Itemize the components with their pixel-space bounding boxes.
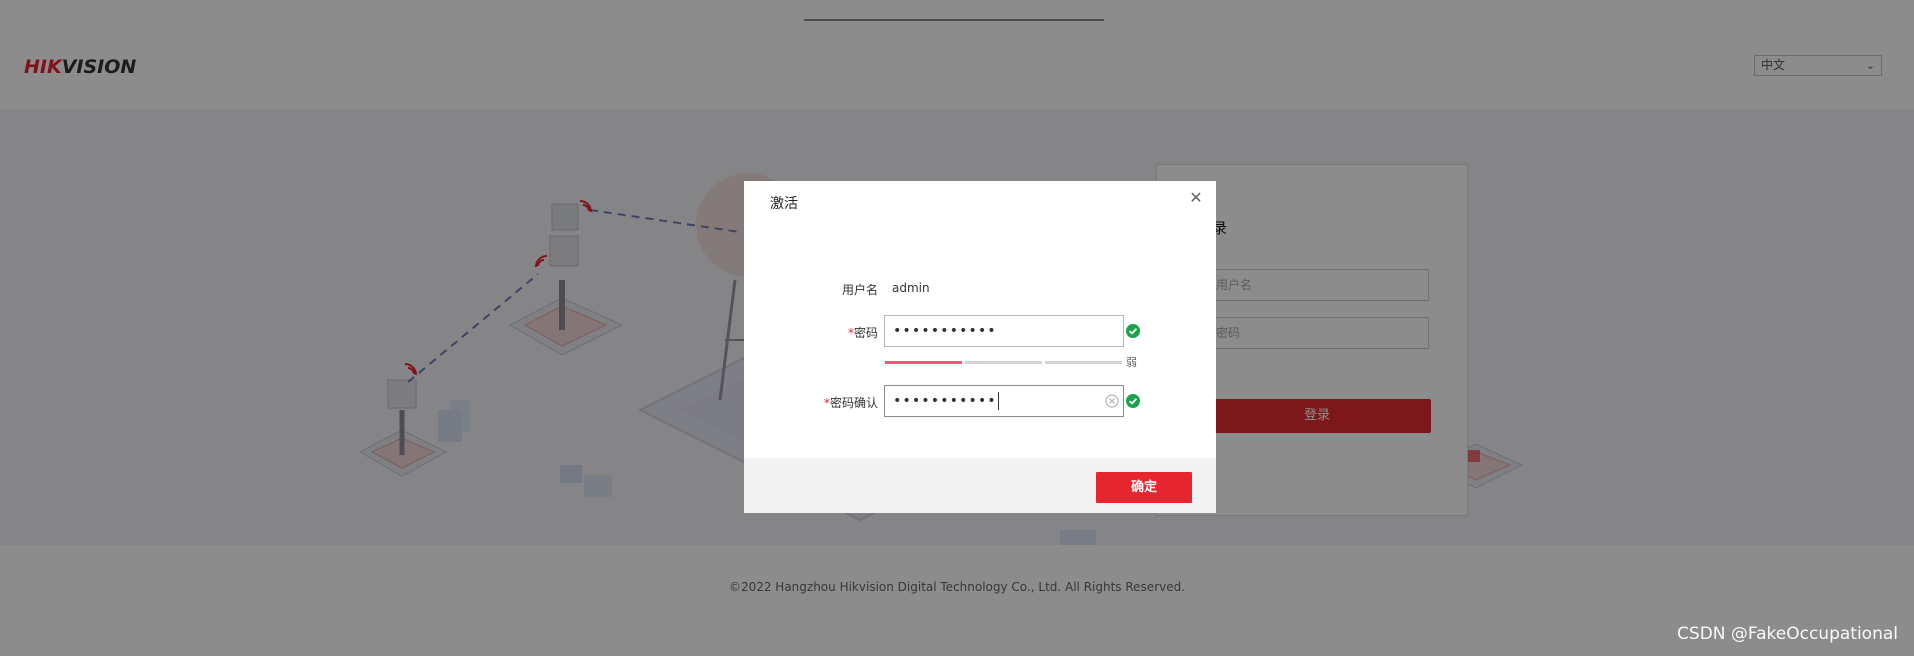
watermark-text: CSDN @FakeOccupational — [1677, 624, 1898, 644]
activation-dialog: 激活 ✕ 用户名 admin *密码 ••••••••••• 弱 *密码确认 •… — [744, 181, 1216, 513]
password-confirm-label: *密码确认 — [770, 394, 878, 411]
password-confirm-label-text: 密码确认 — [829, 396, 878, 410]
password-strength-segment-1 — [885, 361, 962, 364]
dialog-title: 激活 — [770, 196, 798, 212]
username-value: admin — [892, 281, 930, 295]
password-field[interactable]: ••••••••••• — [884, 315, 1124, 347]
dialog-footer: 确定 — [744, 458, 1216, 513]
confirm-button[interactable]: 确定 — [1096, 472, 1192, 503]
password-strength-segment-2 — [965, 361, 1042, 364]
text-caret — [997, 392, 999, 410]
password-label-text: 密码 — [853, 326, 878, 340]
password-confirm-field-value: ••••••••••• — [893, 393, 997, 409]
valid-check-icon — [1126, 394, 1140, 408]
clear-input-icon[interactable] — [1105, 394, 1119, 408]
page: HIKVISION 中文 ⌄ 用户名 密码 登录 ©2022 Hangzhou … — [0, 0, 1914, 656]
password-confirm-field[interactable]: ••••••••••• — [884, 385, 1124, 417]
password-strength-label: 弱 — [1126, 356, 1137, 369]
username-label: 用户名 — [841, 283, 878, 297]
password-label: *密码 — [770, 324, 878, 341]
valid-check-icon — [1126, 324, 1140, 338]
close-icon[interactable]: ✕ — [1188, 190, 1204, 206]
password-field-value: ••••••••••• — [893, 323, 997, 339]
password-strength-segment-3 — [1045, 361, 1122, 364]
